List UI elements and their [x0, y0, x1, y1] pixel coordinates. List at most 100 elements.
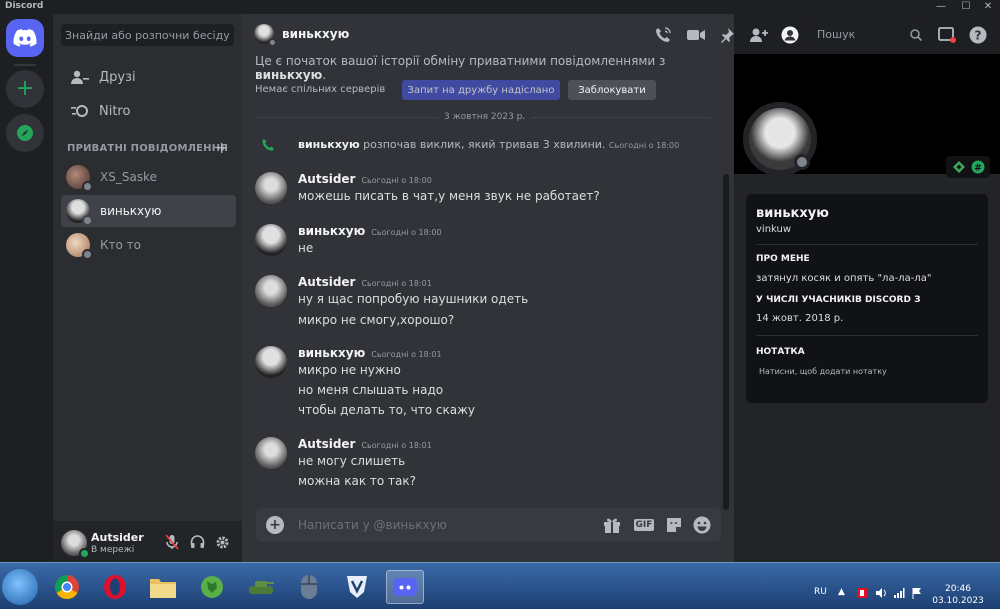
- active-developer-badge-icon[interactable]: #: [971, 160, 985, 174]
- network-icon[interactable]: [893, 587, 905, 602]
- dm-sidebar: Знайди або розпочни бесіду Друзі Nitro П…: [53, 14, 242, 562]
- create-dm-button[interactable]: +: [215, 138, 228, 157]
- add-server-button[interactable]: +: [6, 70, 44, 108]
- dm-search-input[interactable]: Знайди або розпочни бесіду: [61, 24, 234, 46]
- mute-button[interactable]: [163, 533, 181, 551]
- mouse-icon: [301, 575, 317, 599]
- phone-icon: [261, 138, 275, 155]
- message-author[interactable]: винькхую Сьогодні о 18:00: [298, 224, 442, 238]
- profile-username: vinkuw: [756, 224, 792, 235]
- taskbar-clock[interactable]: 20:46 03.10.2023: [930, 583, 986, 607]
- message-author[interactable]: Autsider Сьогодні о 18:01: [298, 275, 432, 289]
- action-center-flag-icon[interactable]: [911, 587, 923, 602]
- status-indicator: [82, 215, 93, 226]
- friend-request-sent-button[interactable]: Запит на дружбу надіслано: [402, 80, 560, 100]
- dm-item-vinkhuyu[interactable]: винькхую: [61, 195, 236, 227]
- help-button[interactable]: ?: [968, 25, 988, 45]
- dm-item-label: XS_Saske: [100, 170, 157, 184]
- tray-app-icon[interactable]: [856, 587, 868, 602]
- discord-home-button[interactable]: [6, 19, 44, 57]
- taskbar-game[interactable]: [242, 570, 280, 604]
- taskbar-explorer[interactable]: [144, 570, 182, 604]
- chat-title: винькхую: [282, 27, 350, 41]
- chrome-icon: [54, 575, 79, 600]
- taskbar-app-green[interactable]: [193, 570, 231, 604]
- user-status: В мережі: [91, 545, 135, 555]
- user-profile-panel: # винькхую vinkuw ПРО МЕНЕ затянул косяк…: [734, 54, 1000, 562]
- attach-file-button[interactable]: +: [266, 516, 284, 534]
- message-author[interactable]: Autsider Сьогодні о 18:00: [298, 172, 432, 186]
- compass-icon: [17, 125, 33, 141]
- taskbar-chrome[interactable]: [48, 570, 86, 604]
- user-settings-button[interactable]: [213, 533, 231, 551]
- volume-icon[interactable]: [875, 587, 887, 602]
- message-time: Сьогодні о 18:01: [361, 441, 432, 450]
- dm-item-label: Кто то: [100, 238, 141, 252]
- user-profile-icon: [781, 26, 799, 44]
- explore-servers-button[interactable]: [6, 114, 44, 152]
- sticker-button[interactable]: [664, 515, 684, 535]
- inbox-button[interactable]: [937, 25, 957, 45]
- profile-badges: #: [946, 156, 990, 178]
- phone-call-icon: [656, 27, 671, 42]
- message-time: Сьогодні о 18:00: [371, 228, 442, 237]
- help-icon: ?: [969, 26, 987, 44]
- avatar: [66, 199, 93, 226]
- emoji-icon: [693, 516, 711, 534]
- message-avatar[interactable]: [255, 172, 287, 204]
- call-event-text: розпочав виклик, який тривав 3 хвилини.: [363, 138, 606, 151]
- minimize-button[interactable]: —: [930, 0, 952, 14]
- message-avatar[interactable]: [255, 275, 287, 307]
- user-profile-toggle-button[interactable]: [780, 25, 800, 45]
- close-window-button[interactable]: ✕: [977, 0, 999, 14]
- add-user-icon: [750, 28, 768, 42]
- deafen-button[interactable]: [188, 533, 206, 551]
- message-list: Це є початок вашої історії обміну приват…: [242, 54, 734, 514]
- hypesquad-badge-icon[interactable]: [952, 160, 966, 174]
- message-author[interactable]: винькхую Сьогодні о 18:01: [298, 346, 442, 360]
- message-avatar[interactable]: [255, 346, 287, 378]
- taskbar-discord[interactable]: [386, 570, 424, 604]
- status-indicator: [79, 548, 90, 559]
- windows-taskbar: RU ▲ 20:46 03.10.2023: [0, 562, 1000, 609]
- block-button[interactable]: Заблокувати: [568, 80, 656, 100]
- profile-display-name: винькхую: [756, 206, 829, 221]
- mic-muted-icon: [165, 534, 179, 550]
- language-indicator[interactable]: RU: [814, 587, 827, 597]
- dm-item-kto-to[interactable]: Кто то: [61, 229, 236, 261]
- note-input[interactable]: Натисни, щоб додати нотатку: [759, 367, 887, 376]
- message-avatar[interactable]: [255, 437, 287, 469]
- user-panel: Autsider В мережі: [53, 521, 242, 562]
- pinned-messages-button[interactable]: [717, 25, 737, 45]
- message-text: микро не нужно: [298, 363, 401, 377]
- taskbar-app-shield[interactable]: [338, 570, 376, 604]
- gift-icon: [604, 518, 620, 533]
- headphones-icon: [190, 535, 204, 548]
- message-input[interactable]: Написати у @винькхую: [298, 518, 447, 532]
- taskbar-opera[interactable]: [96, 570, 134, 604]
- user-avatar[interactable]: [61, 530, 90, 559]
- message-scrollbar[interactable]: [723, 174, 729, 510]
- message-text: можна как то так?: [298, 474, 416, 488]
- video-call-button[interactable]: [686, 25, 706, 45]
- gif-button[interactable]: GIF: [632, 515, 656, 535]
- nav-friends[interactable]: Друзі: [61, 62, 234, 92]
- nav-nitro-label: Nitro: [99, 103, 131, 119]
- voice-call-button[interactable]: [653, 25, 673, 45]
- dm-item-xs-saske[interactable]: XS_Saske: [61, 161, 236, 193]
- gift-button[interactable]: [602, 515, 622, 535]
- message-avatar[interactable]: [255, 224, 287, 256]
- nav-nitro[interactable]: Nitro: [61, 96, 234, 126]
- taskbar-mouse[interactable]: [290, 570, 328, 604]
- chat-area: винькхую Пошук ? Це є початок вашої істо…: [242, 14, 987, 562]
- nav-friends-label: Друзі: [99, 69, 136, 85]
- discord-logo-icon: [13, 29, 37, 47]
- start-button[interactable]: [2, 569, 38, 605]
- maximize-button[interactable]: ☐: [955, 0, 977, 14]
- green-globe-icon: [201, 576, 223, 598]
- message-author[interactable]: Autsider Сьогодні о 18:01: [298, 437, 432, 451]
- status-indicator: [82, 249, 93, 260]
- emoji-button[interactable]: [692, 515, 712, 535]
- tray-expand-icon[interactable]: ▲: [838, 587, 845, 597]
- add-friends-to-dm-button[interactable]: [749, 25, 769, 45]
